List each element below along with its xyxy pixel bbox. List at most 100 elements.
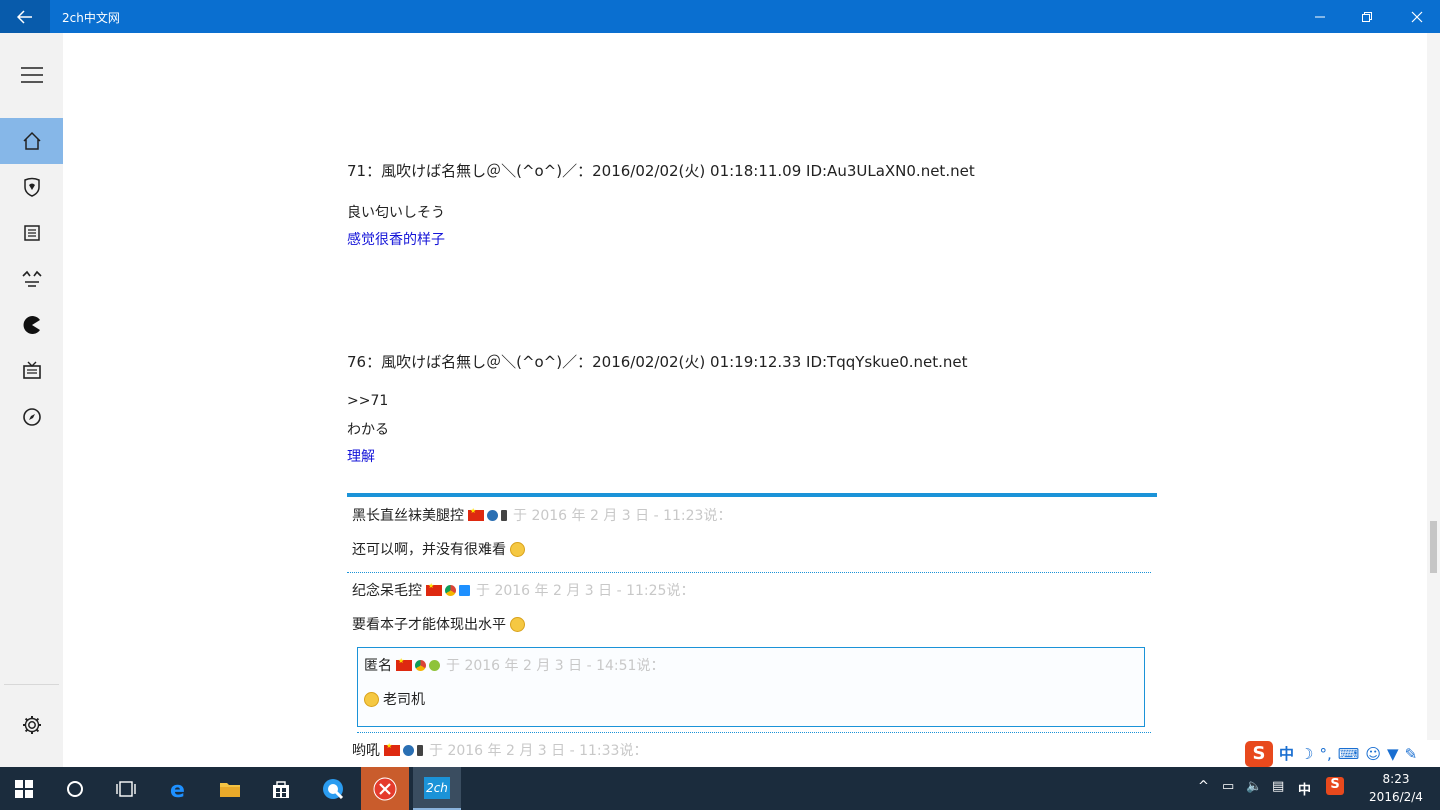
comment-author-row: 黑长直丝袜美腿控 于 2016 年 2 月 3 日 - 11:23说： [352,505,731,525]
tray-language-indicator[interactable]: 中 [1298,779,1311,798]
windows-start-icon [15,779,33,798]
post-line: >>71 [347,393,389,409]
network-icon[interactable]: ▭ [1222,779,1234,794]
window-title: 2ch中文网 [62,11,120,25]
face-icon [21,270,42,287]
back-arrow-icon [17,9,32,24]
comment-separator [347,572,1151,573]
comment-author[interactable]: 哟吼 [352,740,380,760]
action-center-icon[interactable]: ▤ [1272,779,1284,794]
shirt-icon[interactable]: ▼ [1387,745,1399,763]
china-flag-icon [426,582,442,596]
store-taskbar-button[interactable] [257,767,305,810]
task-view-icon [116,780,136,797]
comments-divider [347,493,1157,497]
2ch-app-taskbar-button[interactable]: 2ch [413,767,461,810]
tv-icon [22,361,41,379]
china-flag-icon [468,507,484,521]
red-close-app-button[interactable] [361,767,409,810]
tray-sogou-icon[interactable]: S [1326,777,1344,795]
title-bar: 2ch中文网 [0,0,1440,33]
cat-emoji-icon [364,691,379,707]
android-icon [429,659,440,671]
sidebar-item-settings[interactable] [0,702,63,748]
comment-meta: 于 2016 年 2 月 3 日 - 11:33说： [429,743,648,759]
comment-author[interactable]: 纪念呆毛控 [352,580,422,600]
comment-author-row: 纪念呆毛控 于 2016 年 2 月 3 日 - 11:25说： [352,580,694,600]
comment-meta: 于 2016 年 2 月 3 日 - 11:23说： [513,508,732,524]
cat-emoji-icon [510,616,525,632]
sidebar-item-favorites[interactable] [0,164,63,210]
china-flag-icon [384,742,400,756]
restore-button[interactable] [1344,0,1390,33]
task-view-button[interactable] [102,767,150,810]
wrench-icon[interactable]: ✎ [1405,745,1418,763]
comment-text: 还可以啊，并没有很难看 [352,542,506,558]
volume-icon[interactable]: 🔈 [1246,779,1262,794]
punctuation-icon[interactable]: °, [1319,745,1331,763]
sidebar-item-fun[interactable] [0,256,63,302]
post-translation: 感觉很香的样子 [347,232,445,248]
file-explorer-taskbar-button[interactable] [206,767,254,810]
post-header: 71：風吹けば名無し＠＼(^o^)／：2016/02/02(火) 01:18:1… [347,162,975,180]
restore-icon [1362,11,1372,22]
phone-icon [417,744,423,756]
comment-text-row: 还可以啊，并没有很难看 [352,539,529,559]
post-header: 76：風吹けば名無し＠＼(^o^)／：2016/02/02(火) 01:19:1… [347,353,968,371]
cortana-icon [67,780,83,797]
comment-text: 要看本子才能体现出水平 [352,617,506,633]
gear-icon [22,716,41,734]
comment-text: 老司机 [383,692,425,708]
clock-time[interactable]: 8:23 [1374,772,1418,786]
chrome-icon [415,659,426,671]
scrollbar-thumb[interactable] [1430,521,1437,573]
article-content: 71：風吹けば名無し＠＼(^o^)／：2016/02/02(火) 01:18:1… [63,33,1440,767]
file-explorer-icon [220,782,240,797]
minimize-button[interactable] [1297,0,1343,33]
compass-icon [22,408,41,426]
clock-date[interactable]: 2016/2/4 [1362,790,1430,804]
tray-overflow-chevron-icon[interactable]: ^ [1198,779,1209,794]
user-icon[interactable]: ☺ [1365,745,1381,763]
ime-toolbar: S 中 ☽ °, ⌨ ☺ ▼ ✎ [1245,740,1440,767]
moon-icon[interactable]: ☽ [1300,745,1313,763]
sidebar-item-anime[interactable] [0,348,63,394]
post-line: 良い匂いしそう [347,205,445,221]
sidebar-item-explore[interactable] [0,394,63,440]
back-button[interactable] [0,0,50,33]
sidebar-item-home[interactable] [0,118,63,164]
sidebar-item-news[interactable] [0,210,63,256]
phone-icon [501,509,507,521]
sogou-ime-logo[interactable]: S [1245,740,1273,767]
qq-browser-taskbar-button[interactable] [309,767,357,810]
comment-separator [357,732,1151,733]
start-button[interactable] [0,767,48,810]
2ch-app-icon: 2ch [424,776,450,799]
cortana-button[interactable] [51,767,99,810]
post-line: わかる [347,422,389,438]
ime-mode-toggle[interactable]: 中 [1279,743,1294,764]
sidebar-divider [4,684,59,685]
edge-taskbar-button[interactable]: e [155,767,203,810]
menu-icon [20,67,43,83]
comment-author-row: 哟吼 于 2016 年 2 月 3 日 - 11:33说： [352,740,647,760]
comment-meta: 于 2016 年 2 月 3 日 - 14:51说： [446,658,665,674]
close-app-icon [373,777,397,800]
vertical-scrollbar[interactable] [1427,33,1440,767]
china-flag-icon [396,657,412,671]
browser-icon [403,744,414,756]
nested-reply: 匿名 于 2016 年 2 月 3 日 - 14:51说： 老司机 [357,647,1145,727]
document-icon [23,225,40,241]
comment-meta: 于 2016 年 2 月 3 日 - 11:25说： [476,583,695,599]
chrome-icon [445,584,456,596]
windows-icon [459,584,470,596]
keyboard-icon[interactable]: ⌨ [1338,745,1360,763]
hamburger-menu-button[interactable] [0,52,63,98]
taskbar: e 2ch ^ ▭ 🔈 ▤ 中 S [0,767,1440,810]
close-button[interactable] [1394,0,1440,33]
comment-author[interactable]: 匿名 [364,655,392,675]
post-translation: 理解 [347,449,375,465]
close-icon [1411,11,1423,22]
sidebar-item-games[interactable] [0,302,63,348]
comment-author[interactable]: 黑长直丝袜美腿控 [352,505,464,525]
